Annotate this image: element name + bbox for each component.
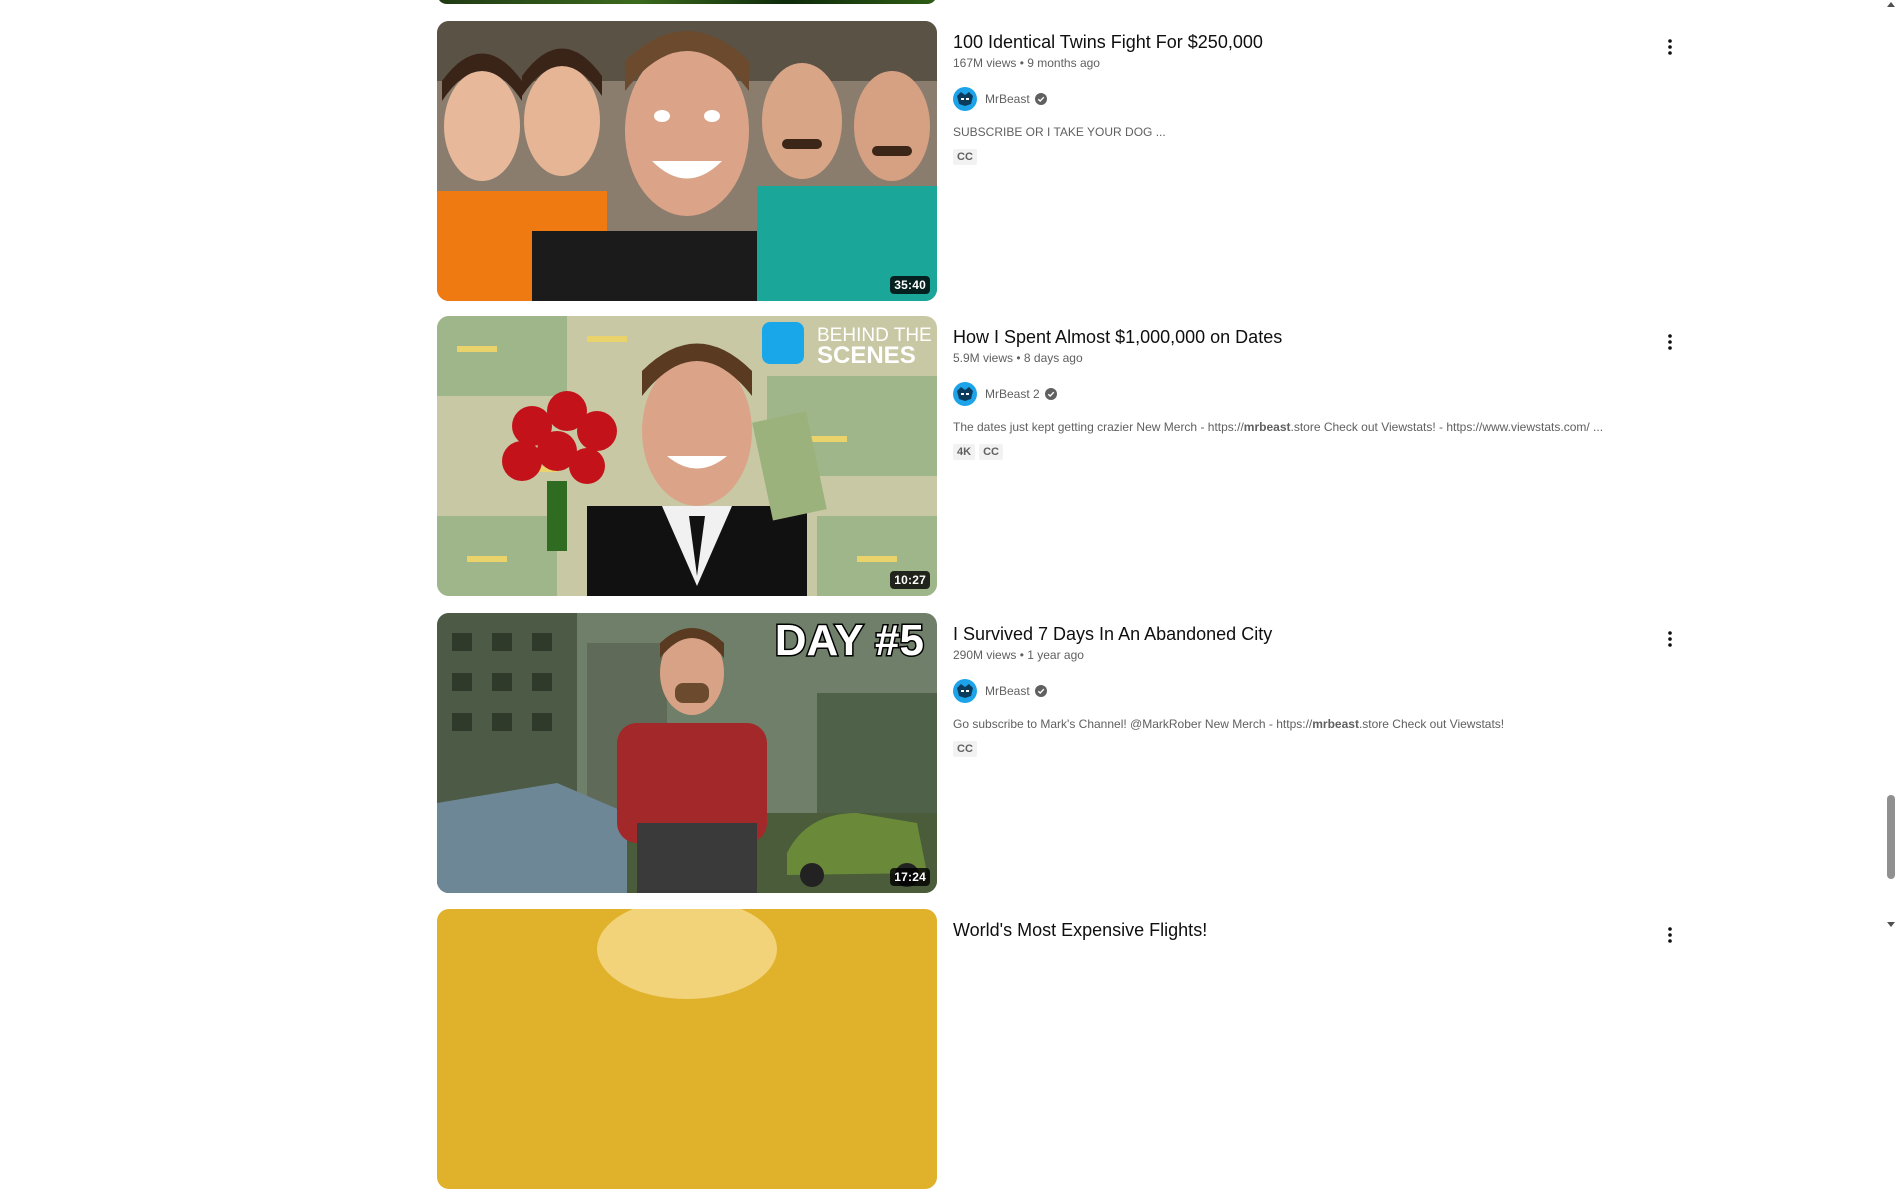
badge-row: CC: [953, 149, 1633, 165]
cc-badge: CC: [953, 741, 977, 757]
video-stats: 290M views • 1 year ago: [953, 647, 1633, 663]
more-vert-icon: [1668, 334, 1672, 350]
channel-name[interactable]: MrBeast 2: [985, 387, 1040, 401]
channel-avatar[interactable]: [953, 87, 977, 111]
action-menu-button[interactable]: [1658, 330, 1682, 354]
video-title[interactable]: I Survived 7 Days In An Abandoned City: [953, 621, 1633, 647]
action-menu-button[interactable]: [1658, 627, 1682, 651]
video-stats: 5.9M views • 8 days ago: [953, 350, 1633, 366]
description-highlight: mrbeast: [1243, 420, 1291, 434]
separator-dot: •: [1019, 648, 1024, 662]
description-text: .store Check out Viewstats! - https://ww…: [1290, 420, 1604, 434]
video-duration: 17:24: [890, 868, 930, 886]
action-menu-button[interactable]: [1658, 35, 1682, 59]
view-count: 167M views: [953, 56, 1017, 70]
video-meta: I Survived 7 Days In An Abandoned City 2…: [953, 613, 1633, 757]
video-description: SUBSCRIBE OR I TAKE YOUR DOG ...: [953, 125, 1166, 139]
view-count: 5.9M views: [953, 351, 1014, 365]
video-result: DAY #5 17:24 I Survived 7 Days In An Aba…: [437, 613, 1677, 893]
video-result: BEHIND THE SCENES 10:27 How I Spent Almo…: [437, 316, 1677, 596]
upload-age: 1 year ago: [1027, 648, 1084, 662]
page-scrollbar[interactable]: [1883, 0, 1898, 930]
video-title[interactable]: World's Most Expensive Flights!: [953, 917, 1633, 943]
4k-badge: 4K: [953, 444, 976, 460]
video-thumbnail[interactable]: 35:40: [437, 21, 937, 301]
verified-check-icon: [1044, 388, 1057, 400]
scroll-down-arrow-icon[interactable]: [1887, 922, 1895, 927]
channel-row[interactable]: MrBeast: [953, 87, 1633, 111]
channel-row[interactable]: MrBeast 2: [953, 382, 1633, 406]
action-menu-button[interactable]: [1658, 923, 1682, 947]
verified-check-icon: [1034, 93, 1047, 105]
video-description: Go subscribe to Mark's Channel! @MarkRob…: [953, 715, 1633, 733]
video-duration: 35:40: [890, 276, 930, 294]
upload-age: 8 days ago: [1023, 351, 1083, 365]
video-title[interactable]: 100 Identical Twins Fight For $250,000: [953, 29, 1633, 55]
video-result: 35:40 100 Identical Twins Fight For $250…: [437, 21, 1677, 301]
separator-dot: •: [1016, 351, 1021, 365]
previous-video-thumbnail[interactable]: [437, 0, 937, 4]
dates-thumbnail-image: BEHIND THE SCENES: [437, 316, 937, 596]
thumb-overlay-line2: SCENES: [817, 342, 916, 369]
video-thumbnail[interactable]: DAY #5 17:24: [437, 613, 937, 893]
channel-avatar[interactable]: [953, 679, 977, 703]
upload-age: 9 months ago: [1027, 56, 1100, 70]
video-duration: 10:27: [890, 571, 930, 589]
badge-row: CC: [953, 741, 1633, 757]
twins-thumbnail-image: [437, 21, 937, 301]
more-vert-icon: [1668, 927, 1672, 943]
video-meta: 100 Identical Twins Fight For $250,000 1…: [953, 21, 1633, 165]
video-result: World's Most Expensive Flights!: [437, 909, 1677, 1189]
description-text: .store Check out Viewstats!: [1358, 717, 1505, 731]
cc-badge: CC: [979, 444, 1003, 460]
scrollbar-thumb[interactable]: [1887, 795, 1895, 879]
badge-row: 4K CC: [953, 444, 1633, 460]
video-stats: 167M views • 9 months ago: [953, 55, 1633, 71]
abandoned-city-thumbnail-image: DAY #5: [437, 613, 937, 893]
mrbeast-logo-icon: [957, 684, 973, 698]
video-thumbnail[interactable]: BEHIND THE SCENES 10:27: [437, 316, 937, 596]
video-meta: How I Spent Almost $1,000,000 on Dates 5…: [953, 316, 1633, 460]
mrbeast-logo-icon: [957, 92, 973, 106]
flights-thumbnail-image: [437, 909, 937, 1189]
separator-dot: •: [1019, 56, 1024, 70]
video-thumbnail[interactable]: [437, 909, 937, 1189]
channel-avatar[interactable]: [953, 382, 977, 406]
thumb-overlay-day: DAY #5: [775, 616, 924, 665]
description-highlight: mrbeast: [1312, 717, 1359, 731]
scroll-up-arrow-icon[interactable]: [1887, 2, 1895, 7]
view-count: 290M views: [953, 648, 1017, 662]
video-description: The dates just kept getting crazier New …: [953, 418, 1633, 436]
cc-badge: CC: [953, 149, 977, 165]
mrbeast-logo-icon: [957, 387, 973, 401]
more-vert-icon: [1668, 39, 1672, 55]
video-title[interactable]: How I Spent Almost $1,000,000 on Dates: [953, 324, 1633, 350]
channel-row[interactable]: MrBeast: [953, 679, 1633, 703]
verified-check-icon: [1034, 685, 1047, 697]
description-text: The dates just kept getting crazier New …: [953, 420, 1244, 434]
channel-name[interactable]: MrBeast: [985, 92, 1030, 106]
more-vert-icon: [1668, 631, 1672, 647]
video-meta: World's Most Expensive Flights!: [953, 909, 1633, 943]
description-text: Go subscribe to Mark's Channel! @MarkRob…: [953, 717, 1313, 731]
channel-name[interactable]: MrBeast: [985, 684, 1030, 698]
